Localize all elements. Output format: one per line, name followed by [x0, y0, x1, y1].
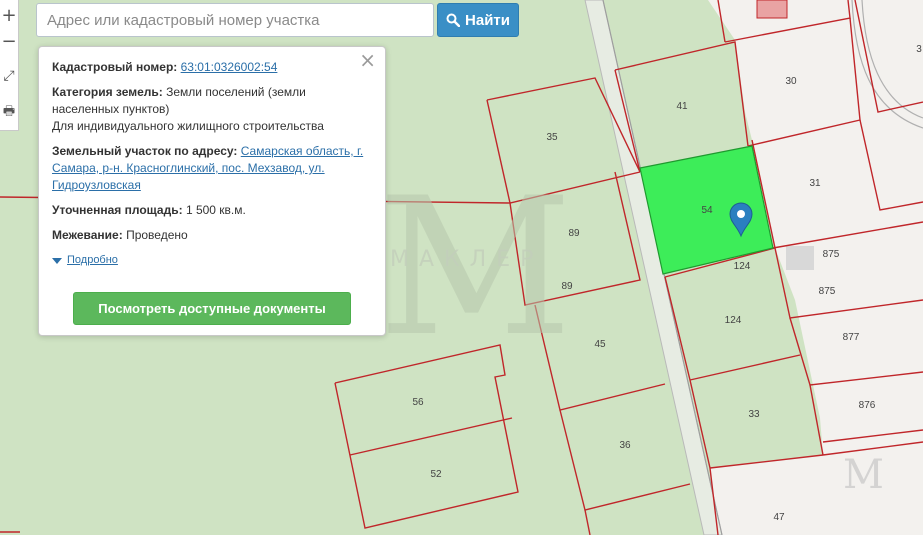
watermark-text: МАКЛЕР	[390, 247, 543, 272]
search-button[interactable]: Найти	[437, 3, 519, 37]
area-row: Уточненная площадь: 1 500 кв.м.	[52, 202, 371, 219]
address-label: Земельный участок по адресу:	[52, 144, 238, 158]
parcel-label: 875	[819, 286, 836, 297]
parcel-label: 41	[676, 101, 688, 112]
print-button[interactable]: 🖶	[0, 100, 18, 126]
watermark-logo-small: M	[843, 452, 884, 498]
details-toggle[interactable]: Подробно	[52, 252, 371, 269]
caret-down-icon	[52, 257, 62, 264]
parcel-label: 35	[546, 132, 558, 143]
parcel-label: 89	[568, 228, 580, 239]
parcel-label: 52	[430, 469, 442, 480]
land-use-value: Для индивидуального жилищного строительс…	[52, 119, 324, 133]
fullscreen-button[interactable]: ⤢	[0, 63, 18, 89]
parcel-label: 124	[734, 261, 751, 272]
cadastral-number-link[interactable]: 63:01:0326002:54	[181, 60, 278, 74]
parcel-label: 56	[412, 397, 424, 408]
land-category-row: Категория земель: Земли поселений (земли…	[52, 84, 371, 135]
close-icon[interactable]: ×	[359, 50, 376, 70]
svg-text:M: M	[843, 452, 884, 498]
parcel-label: 876	[859, 400, 876, 411]
cadastral-number-label: Кадастровый номер:	[52, 60, 178, 74]
parcel-label: 875	[823, 249, 840, 260]
view-documents-button[interactable]: Посмотреть доступные документы	[73, 292, 351, 325]
land-category-label: Категория земель:	[52, 85, 163, 99]
cadastral-number-row: Кадастровый номер: 63:01:0326002:54	[52, 59, 371, 76]
search-button-label: Найти	[465, 11, 510, 29]
parcel-info-popup: × Кадастровый номер: 63:01:0326002:54 Ка…	[38, 46, 386, 336]
survey-row: Межевание: Проведено	[52, 227, 371, 244]
parcel-label: 47	[773, 512, 785, 523]
search-input[interactable]	[36, 3, 434, 37]
parcel-label: 33	[748, 409, 760, 420]
map-toolbar: + − ⤢ 🖶	[0, 0, 19, 131]
parcel-label: 89	[561, 281, 573, 292]
search-icon	[446, 13, 461, 27]
parcel-label: 45	[594, 339, 606, 350]
survey-value: Проведено	[126, 228, 188, 242]
details-toggle-label: Подробно	[67, 254, 118, 266]
zoom-out-button[interactable]: −	[0, 28, 18, 54]
building-gray	[786, 246, 814, 270]
building-ne	[756, 0, 788, 19]
parcel-label: 877	[843, 332, 860, 343]
address-row: Земельный участок по адресу: Самарская о…	[52, 143, 371, 194]
parcel-label: 30	[785, 76, 797, 87]
area-label: Уточненная площадь:	[52, 203, 183, 217]
zoom-in-button[interactable]: +	[0, 2, 18, 28]
area-value: 1 500 кв.м.	[185, 203, 246, 217]
survey-label: Межевание:	[52, 228, 123, 242]
parcel-label: 54	[701, 205, 713, 216]
parcel-label: 124	[725, 315, 742, 326]
parcel-label: 31	[809, 178, 821, 189]
parcel-label: 36	[619, 440, 631, 451]
parcel-label: 3	[916, 44, 922, 55]
